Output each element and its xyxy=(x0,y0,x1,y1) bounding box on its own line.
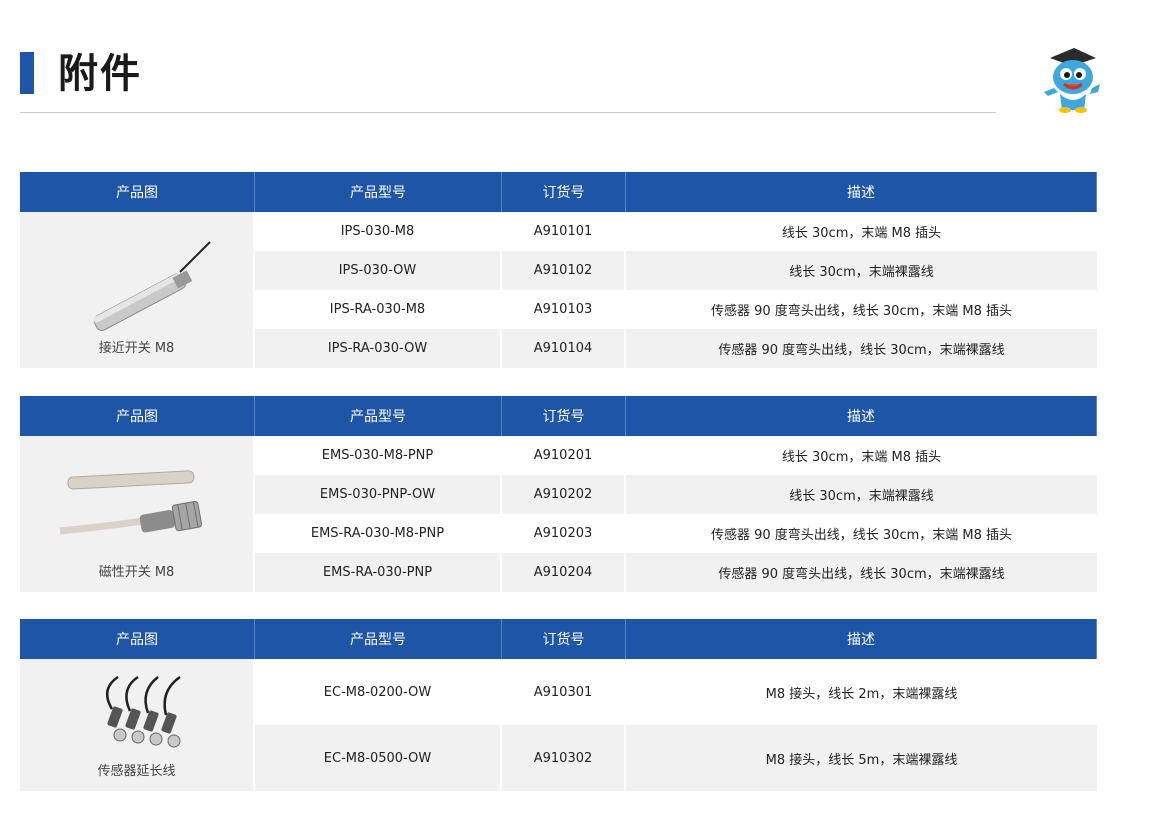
image-caption: 接近开关 M8 xyxy=(98,341,175,356)
order-cell: A910103 xyxy=(502,290,626,329)
description-cell: 线长 30cm，末端裸露线 xyxy=(626,475,1097,514)
header-image: 产品图 xyxy=(20,619,255,659)
model-cell: IPS-RA-030-M8 xyxy=(255,290,502,329)
accessory-table-extension: 产品图 产品型号 订货号 描述 传感器延长线 EC-M8-0200-OW A91… xyxy=(20,619,1097,791)
order-cell: A910302 xyxy=(502,725,626,791)
description-cell: 传感器 90 度弯头出线，线长 30cm，末端 M8 插头 xyxy=(626,514,1097,553)
product-image-cell: 磁性开关 M8 xyxy=(20,436,255,592)
description-cell: 线长 30cm，末端 M8 插头 xyxy=(626,212,1097,251)
order-cell: A910201 xyxy=(502,436,626,475)
header-model: 产品型号 xyxy=(255,396,502,436)
description-cell: M8 接头，线长 2m，末端裸露线 xyxy=(626,659,1097,725)
order-cell: A910104 xyxy=(502,329,626,368)
header-model: 产品型号 xyxy=(255,172,502,212)
header-image: 产品图 xyxy=(20,172,255,212)
image-caption: 磁性开关 M8 xyxy=(98,565,175,580)
model-cell: EMS-RA-030-PNP xyxy=(255,553,502,592)
accessory-table-proximity: 产品图 产品型号 订货号 描述 接近开关 M8 IPS-030-M8 A9101… xyxy=(20,172,1097,368)
description-cell: 传感器 90 度弯头出线，线长 30cm，末端 M8 插头 xyxy=(626,290,1097,329)
page-title: 附件 xyxy=(58,51,142,97)
model-cell: EMS-RA-030-M8-PNP xyxy=(255,514,502,553)
header-description: 描述 xyxy=(626,172,1097,212)
model-cell: IPS-RA-030-OW xyxy=(255,329,502,368)
description-cell: 传感器 90 度弯头出线，线长 30cm，末端裸露线 xyxy=(626,329,1097,368)
model-cell: EC-M8-0200-OW xyxy=(255,659,502,725)
header-model: 产品型号 xyxy=(255,619,502,659)
header-order-number: 订货号 xyxy=(502,172,626,212)
accessory-table-magnetic: 产品图 产品型号 订货号 描述 磁性开关 M8 EMS-030-M8-PNP A… xyxy=(20,396,1097,592)
mascot-logo xyxy=(1044,48,1100,113)
order-cell: A910102 xyxy=(502,251,626,290)
header-order-number: 订货号 xyxy=(502,619,626,659)
order-cell: A910203 xyxy=(502,514,626,553)
model-cell: EMS-030-PNP-OW xyxy=(255,475,502,514)
model-cell: EMS-030-M8-PNP xyxy=(255,436,502,475)
description-cell: 线长 30cm，末端裸露线 xyxy=(626,251,1097,290)
model-cell: IPS-030-OW xyxy=(255,251,502,290)
image-caption: 传感器延长线 xyxy=(97,764,176,779)
product-image-cell: 传感器延长线 xyxy=(20,659,255,791)
description-cell: 线长 30cm，末端 M8 插头 xyxy=(626,436,1097,475)
title-divider xyxy=(20,112,996,113)
header-image: 产品图 xyxy=(20,396,255,436)
description-cell: M8 接头，线长 5m，末端裸露线 xyxy=(626,725,1097,791)
order-cell: A910202 xyxy=(502,475,626,514)
description-cell: 传感器 90 度弯头出线，线长 30cm，末端裸露线 xyxy=(626,553,1097,592)
product-image-cell: 接近开关 M8 xyxy=(20,212,255,368)
header-order-number: 订货号 xyxy=(502,396,626,436)
order-cell: A910204 xyxy=(502,553,626,592)
model-cell: IPS-030-M8 xyxy=(255,212,502,251)
header-description: 描述 xyxy=(626,619,1097,659)
title-accent-bar xyxy=(20,52,34,94)
order-cell: A910101 xyxy=(502,212,626,251)
model-cell: EC-M8-0500-OW xyxy=(255,725,502,791)
order-cell: A910301 xyxy=(502,659,626,725)
header-description: 描述 xyxy=(626,396,1097,436)
